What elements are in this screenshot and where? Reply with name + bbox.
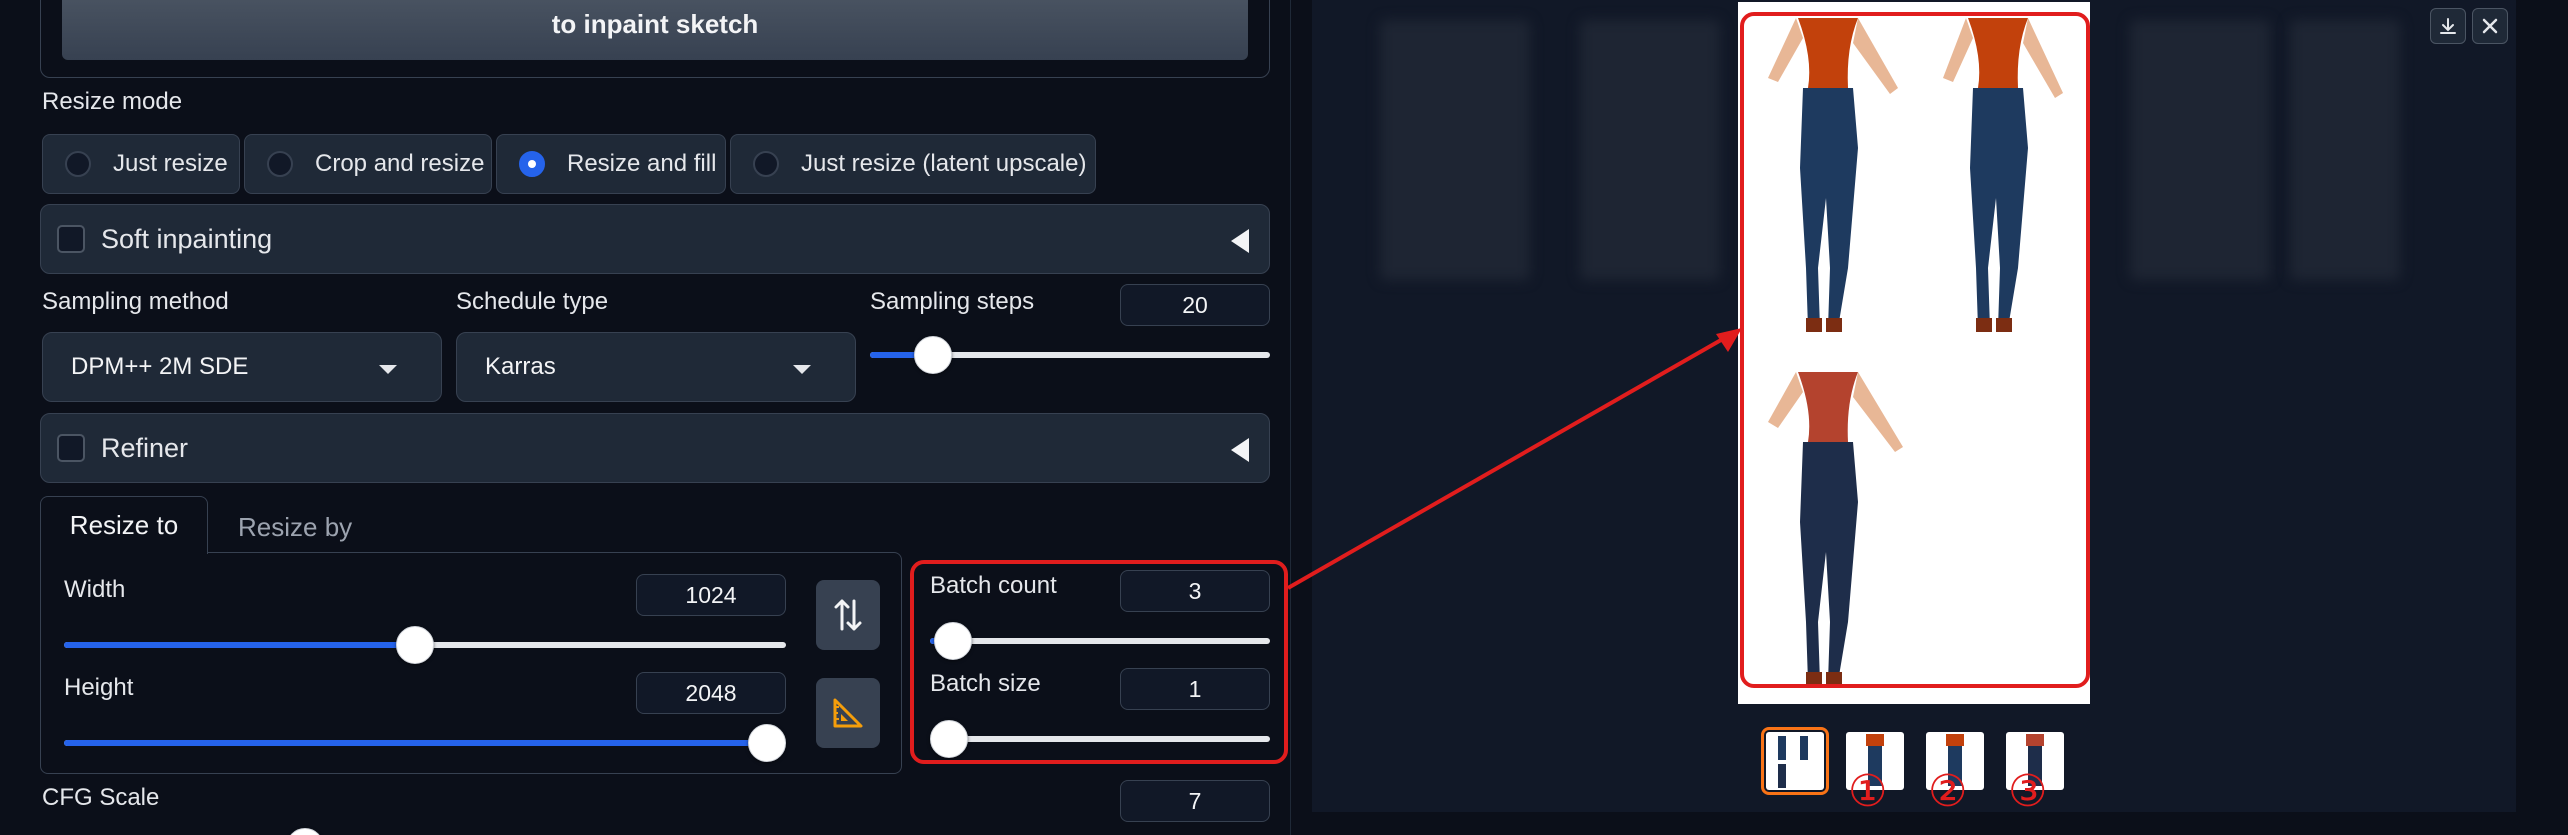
annotation-number-2: ② [1928, 766, 1968, 817]
schedule-type-value: Karras [485, 353, 556, 380]
soft-inpainting-checkbox[interactable] [57, 225, 85, 253]
download-button[interactable] [2430, 8, 2466, 44]
batch-highlight-annotation [910, 560, 1288, 764]
radio-label: Just resize (latent upscale) [801, 150, 1087, 177]
radio-latent-upscale[interactable] [753, 151, 779, 177]
resize-mode-just-resize[interactable]: Just resize [42, 134, 240, 194]
close-icon [2482, 18, 2498, 34]
swap-dimensions-button[interactable] [816, 580, 880, 650]
refiner-label: Refiner [101, 432, 189, 463]
tab-resize-to[interactable]: Resize to [40, 496, 208, 554]
radio-crop-and-resize[interactable] [267, 151, 293, 177]
resize-mode-crop-and-resize[interactable]: Crop and resize [244, 134, 492, 194]
gallery-background-tile [2290, 20, 2400, 280]
thumbnail-image [1778, 736, 1808, 788]
to-inpaint-sketch-button[interactable]: to inpaint sketch [62, 0, 1248, 60]
sampling-steps-label: Sampling steps [870, 288, 1035, 315]
height-input[interactable]: 2048 [636, 672, 786, 714]
radio-label: Resize and fill [567, 150, 717, 177]
schedule-type-dropdown[interactable]: Karras [456, 332, 856, 402]
height-slider-thumb[interactable] [748, 724, 786, 762]
width-input[interactable]: 1024 [636, 574, 786, 616]
schedule-type-label: Schedule type [456, 288, 609, 315]
chevron-down-icon [379, 365, 397, 374]
sampling-method-value: DPM++ 2M SDE [71, 353, 249, 380]
slider-fill [64, 642, 416, 648]
close-button[interactable] [2472, 8, 2508, 44]
sampling-steps-thumb[interactable] [914, 336, 952, 374]
sampling-steps-input[interactable]: 20 [1120, 284, 1270, 326]
refiner-accordion[interactable]: Refiner [40, 413, 1270, 483]
refiner-checkbox[interactable] [57, 434, 85, 462]
output-highlight-annotation [1740, 12, 2090, 688]
aspect-ratio-icon [833, 698, 863, 728]
gallery-background-tile [1380, 20, 1530, 280]
swap-dimensions-icon [834, 599, 862, 631]
resize-mode-label: Resize mode [42, 88, 183, 115]
sampling-method-dropdown[interactable]: DPM++ 2M SDE [42, 332, 442, 402]
soft-inpainting-accordion[interactable]: Soft inpainting [40, 204, 1270, 274]
collapse-arrow-icon[interactable] [1231, 229, 1249, 253]
slider-fill [64, 740, 768, 746]
settings-column: to inpaint sketch Resize mode Just resiz… [0, 0, 1290, 835]
radio-just-resize[interactable] [65, 151, 91, 177]
thumbnail-grid[interactable] [1761, 727, 1829, 795]
gallery-background-tile [1580, 20, 1720, 280]
width-label: Width [64, 576, 126, 603]
cfg-scale-thumb[interactable] [286, 828, 324, 835]
annotation-arrow-icon [1287, 328, 1742, 590]
width-slider-thumb[interactable] [396, 626, 434, 664]
radio-label: Just resize [113, 150, 228, 177]
annotation-number-1: ① [1848, 766, 1888, 817]
aspect-ratio-button[interactable] [816, 678, 880, 748]
tab-resize-by[interactable]: Resize by [238, 512, 352, 543]
radio-resize-and-fill[interactable] [519, 151, 545, 177]
chevron-down-icon [793, 365, 811, 374]
height-slider[interactable] [64, 740, 786, 746]
cfg-scale-label: CFG Scale [42, 784, 160, 811]
download-icon [2440, 18, 2456, 34]
soft-inpainting-label: Soft inpainting [101, 223, 273, 254]
resize-mode-resize-and-fill[interactable]: Resize and fill [496, 134, 726, 194]
radio-label: Crop and resize [315, 150, 485, 177]
collapse-arrow-icon[interactable] [1231, 438, 1249, 462]
annotation-number-3: ③ [2008, 766, 2048, 817]
resize-mode-latent-upscale[interactable]: Just resize (latent upscale) [730, 134, 1096, 194]
gallery-background-tile [2130, 20, 2270, 280]
sampling-method-label: Sampling method [42, 288, 229, 315]
cfg-scale-input[interactable]: 7 [1120, 780, 1270, 822]
height-label: Height [64, 674, 134, 701]
